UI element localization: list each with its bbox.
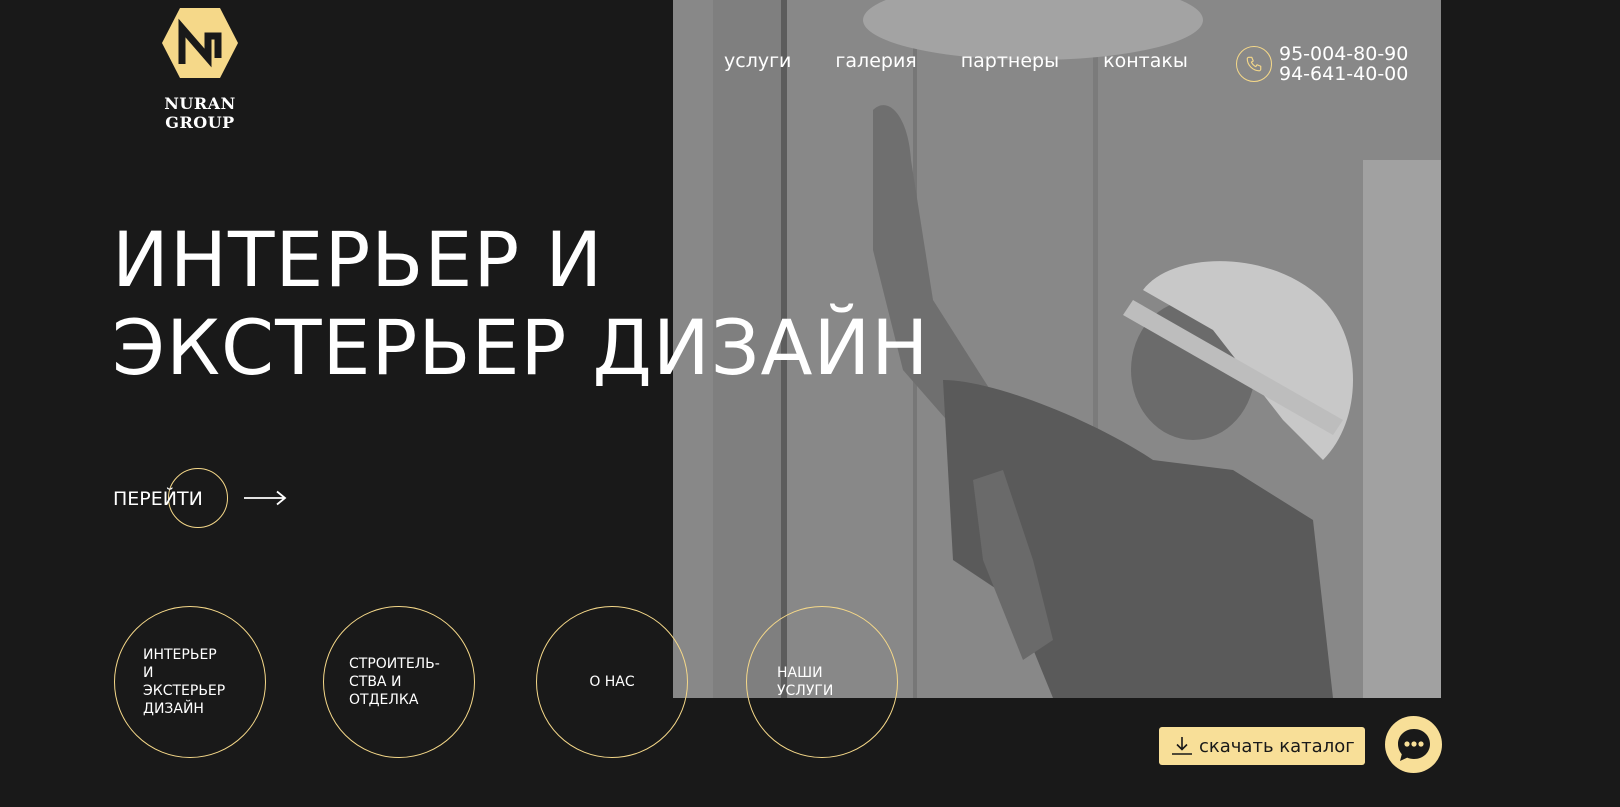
chat-button[interactable] — [1385, 716, 1442, 773]
nav-item-contacts[interactable]: контакы — [1103, 50, 1188, 72]
chat-bubble-icon — [1397, 728, 1430, 761]
nav-item-gallery[interactable]: галерия — [835, 50, 916, 72]
brand-name: NURAN GROUP — [164, 94, 236, 132]
download-catalog-button[interactable]: скачать каталог — [1159, 727, 1365, 765]
logo[interactable]: NURAN GROUP — [130, 6, 270, 132]
go-button[interactable]: ПЕРЕЙТИ — [113, 468, 288, 528]
hero-headline: ИНТЕРЬЕР И ЭКСТЕРЬЕР ДИЗАЙН — [112, 216, 929, 392]
phone-icon — [1236, 46, 1272, 82]
nav-item-partners[interactable]: партнеры — [961, 50, 1059, 72]
headline-line-2: ЭКСТЕРЬЕР ДИЗАЙН — [112, 303, 930, 392]
section-link-about[interactable]: О НАС — [536, 606, 688, 758]
phone-block[interactable]: 95-004-80-90 94-641-40-00 — [1236, 44, 1408, 84]
section-link-label: ИНТЕРЬЕР И ЭКСТЕРЬЕР ДИЗАЙН — [143, 647, 226, 717]
phone-number-2[interactable]: 94-641-40-00 — [1279, 64, 1408, 84]
nav-item-services[interactable]: услуги — [724, 50, 791, 72]
section-link-label: О НАС — [589, 674, 635, 690]
arrow-right-icon — [244, 490, 287, 506]
section-link-services[interactable]: НАШИ УСЛУГИ — [746, 606, 898, 758]
download-icon — [1171, 736, 1193, 756]
main-nav: услуги галерия партнеры контакы — [724, 50, 1232, 72]
section-link-interior-design[interactable]: ИНТЕРЬЕР И ЭКСТЕРЬЕР ДИЗАЙН — [114, 606, 266, 758]
download-catalog-label: скачать каталог — [1199, 735, 1355, 757]
section-link-construction[interactable]: СТРОИТЕЛЬ- СТВА И ОТДЕЛКА — [323, 606, 475, 758]
section-link-label: СТРОИТЕЛЬ- СТВА И ОТДЕЛКА — [349, 656, 440, 708]
phone-number-1[interactable]: 95-004-80-90 — [1279, 44, 1408, 64]
section-link-label: НАШИ УСЛУГИ — [777, 665, 834, 699]
phone-numbers: 95-004-80-90 94-641-40-00 — [1279, 44, 1408, 84]
logo-mark-icon — [162, 8, 238, 78]
go-button-label: ПЕРЕЙТИ — [113, 488, 203, 510]
headline-line-1: ИНТЕРЬЕР И — [112, 215, 604, 304]
